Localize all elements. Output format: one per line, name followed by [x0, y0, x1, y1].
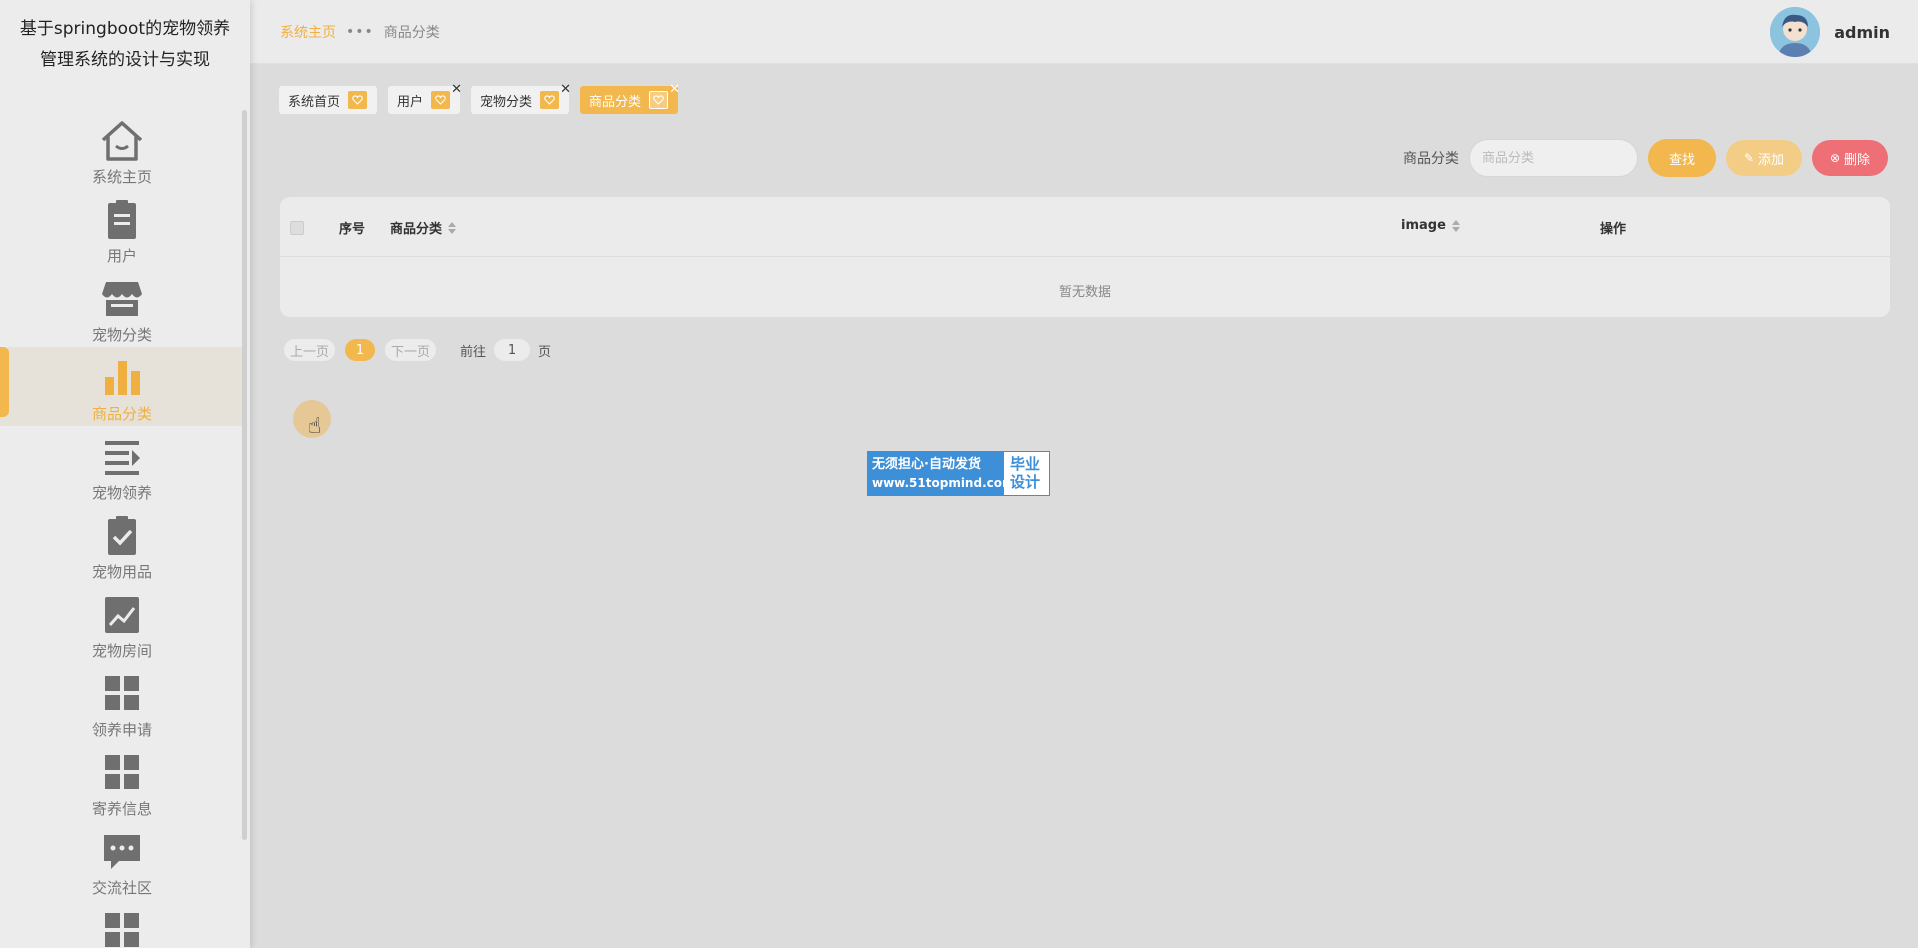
sidebar-item-pet-category[interactable]: 宠物分类 — [0, 268, 244, 347]
grid-icon — [98, 671, 146, 717]
watermark-side: 毕业设计 — [1004, 452, 1049, 495]
close-circle-icon: ⊗ — [1829, 151, 1841, 165]
grid-icon — [98, 908, 146, 948]
page-number[interactable]: 1 — [345, 339, 376, 361]
sidebar-item-label: 商品分类 — [91, 405, 152, 423]
tab-users[interactable]: 用户 ✕ — [388, 82, 462, 114]
sidebar-item-pet-supplies[interactable]: 宠物用品 — [0, 505, 244, 584]
prev-page-button[interactable]: 上一页 — [284, 339, 336, 361]
list-arrow-icon — [98, 434, 146, 480]
tab-product-category[interactable]: 商品分类 ✕ — [580, 82, 680, 114]
breadcrumb: 系统主页 ••• 商品分类 — [280, 22, 440, 42]
search-bar: 商品分类 查找 ✎ 添加 ⊗ 删除 — [1403, 139, 1888, 177]
chat-icon — [98, 829, 146, 875]
table-header: 序号 商品分类 image 操作 — [280, 197, 1890, 257]
data-table: 序号 商品分类 image 操作 暂无数据 — [280, 197, 1890, 317]
tab-label: 系统首页 — [288, 94, 341, 110]
sidebar-item-label: 宠物分类 — [91, 326, 152, 344]
delete-button[interactable]: ⊗ 删除 — [1812, 140, 1888, 176]
sidebar-item-label: 宠物用品 — [91, 563, 152, 581]
close-icon[interactable]: ✕ — [451, 82, 462, 97]
close-icon[interactable]: ✕ — [669, 82, 680, 97]
bar-chart-icon — [98, 355, 146, 401]
search-button[interactable]: 查找 — [1648, 139, 1716, 177]
home-icon — [98, 118, 146, 164]
tab-pet-category[interactable]: 宠物分类 ✕ — [471, 82, 571, 114]
sidebar-item-home[interactable]: 系统主页 — [0, 110, 244, 189]
sidebar-item-community[interactable]: 交流社区 — [0, 821, 244, 900]
close-icon[interactable]: ✕ — [560, 82, 571, 97]
tab-label: 用户 — [397, 94, 424, 110]
sidebar-scrollbar[interactable] — [242, 110, 247, 840]
clipboard-icon — [98, 197, 146, 243]
col-category-label: 商品分类 — [390, 222, 443, 237]
app-title: 基于springboot的宠物领养管理系统的设计与实现 — [19, 19, 231, 70]
col-category[interactable]: 商品分类 — [390, 218, 457, 237]
goto-label: 前往 — [460, 344, 487, 360]
sidebar-menu: 系统主页 用户 宠物分类 商品分类 宠物领养 宠物用品 宠物房间 领养申请 寄养… — [0, 110, 244, 948]
heart-icon — [540, 91, 560, 109]
page-unit-label: 页 — [538, 344, 552, 360]
next-page-button[interactable]: 下一页 — [385, 339, 437, 361]
col-index: 序号 — [339, 222, 366, 237]
delete-button-label: 删除 — [1844, 152, 1871, 168]
pagination: 上一页 1 下一页 前往 页 — [284, 339, 551, 361]
search-label: 商品分类 — [1403, 151, 1459, 167]
watermark-line1: 无须担心·自动发货 — [872, 457, 981, 472]
add-button[interactable]: ✎ 添加 — [1726, 140, 1802, 176]
top-bar: 系统主页 ••• 商品分类 admin — [250, 0, 1918, 64]
sidebar: 基于springboot的宠物领养管理系统的设计与实现 系统主页 用户 宠物分类… — [0, 0, 250, 948]
col-image-label: image — [1401, 218, 1446, 233]
heart-icon — [431, 91, 451, 109]
line-chart-icon — [98, 592, 146, 638]
search-input[interactable] — [1469, 139, 1638, 177]
sidebar-item-label: 宠物领养 — [91, 484, 152, 502]
sidebar-item-label: 宠物房间 — [91, 642, 152, 660]
clipboard-check-icon — [98, 513, 146, 559]
heart-icon — [649, 91, 669, 109]
sort-icon[interactable] — [448, 221, 457, 234]
sort-icon[interactable] — [1451, 219, 1460, 232]
add-button-label: 添加 — [1758, 152, 1785, 168]
sidebar-item-label: 交流社区 — [91, 879, 152, 897]
goto-page-input[interactable] — [494, 339, 531, 361]
hand-cursor-icon: ☝ — [308, 414, 322, 439]
user-menu[interactable]: admin — [1770, 7, 1890, 57]
store-icon — [98, 276, 146, 322]
sidebar-item-pet-adoption[interactable]: 宠物领养 — [0, 426, 244, 505]
sidebar-item-label: 领养申请 — [91, 721, 152, 739]
grid-icon — [98, 750, 146, 796]
sidebar-item-label: 系统主页 — [91, 168, 152, 186]
tab-home[interactable]: 系统首页 — [279, 86, 378, 114]
sidebar-item-label: 用户 — [106, 247, 137, 265]
col-actions: 操作 — [1600, 222, 1627, 237]
empty-text: 暂无数据 — [1058, 285, 1111, 300]
watermark-line2: www.51topmind.com — [872, 476, 1015, 490]
tab-label: 宠物分类 — [480, 94, 533, 110]
sidebar-item-users[interactable]: 用户 — [0, 189, 244, 268]
sidebar-item-more[interactable] — [0, 900, 244, 948]
avatar[interactable] — [1770, 7, 1821, 57]
heart-icon — [348, 91, 368, 109]
sidebar-item-product-category[interactable]: 商品分类 — [0, 347, 244, 426]
sidebar-item-adoption-requests[interactable]: 领养申请 — [0, 663, 244, 742]
breadcrumb-separator-icon: ••• — [346, 24, 374, 40]
watermark-text: 无须担心·自动发货 www.51topmind.com — [868, 452, 1015, 495]
sidebar-item-foster-info[interactable]: 寄养信息 — [0, 742, 244, 821]
sidebar-item-pet-rooms[interactable]: 宠物房间 — [0, 584, 244, 663]
username: admin — [1834, 22, 1890, 42]
tab-label: 商品分类 — [589, 94, 642, 110]
plus-icon: ✎ — [1743, 151, 1755, 165]
select-all-checkbox[interactable] — [290, 221, 304, 235]
watermark: 无须担心·自动发货 www.51topmind.com 毕业设计 — [867, 451, 1050, 496]
breadcrumb-current: 商品分类 — [383, 25, 440, 41]
col-image[interactable]: image — [1401, 218, 1460, 233]
breadcrumb-home[interactable]: 系统主页 — [280, 22, 336, 42]
tab-bar: 系统首页 用户 ✕ 宠物分类 ✕ 商品分类 ✕ — [279, 82, 689, 114]
sidebar-item-label: 寄养信息 — [91, 800, 152, 818]
